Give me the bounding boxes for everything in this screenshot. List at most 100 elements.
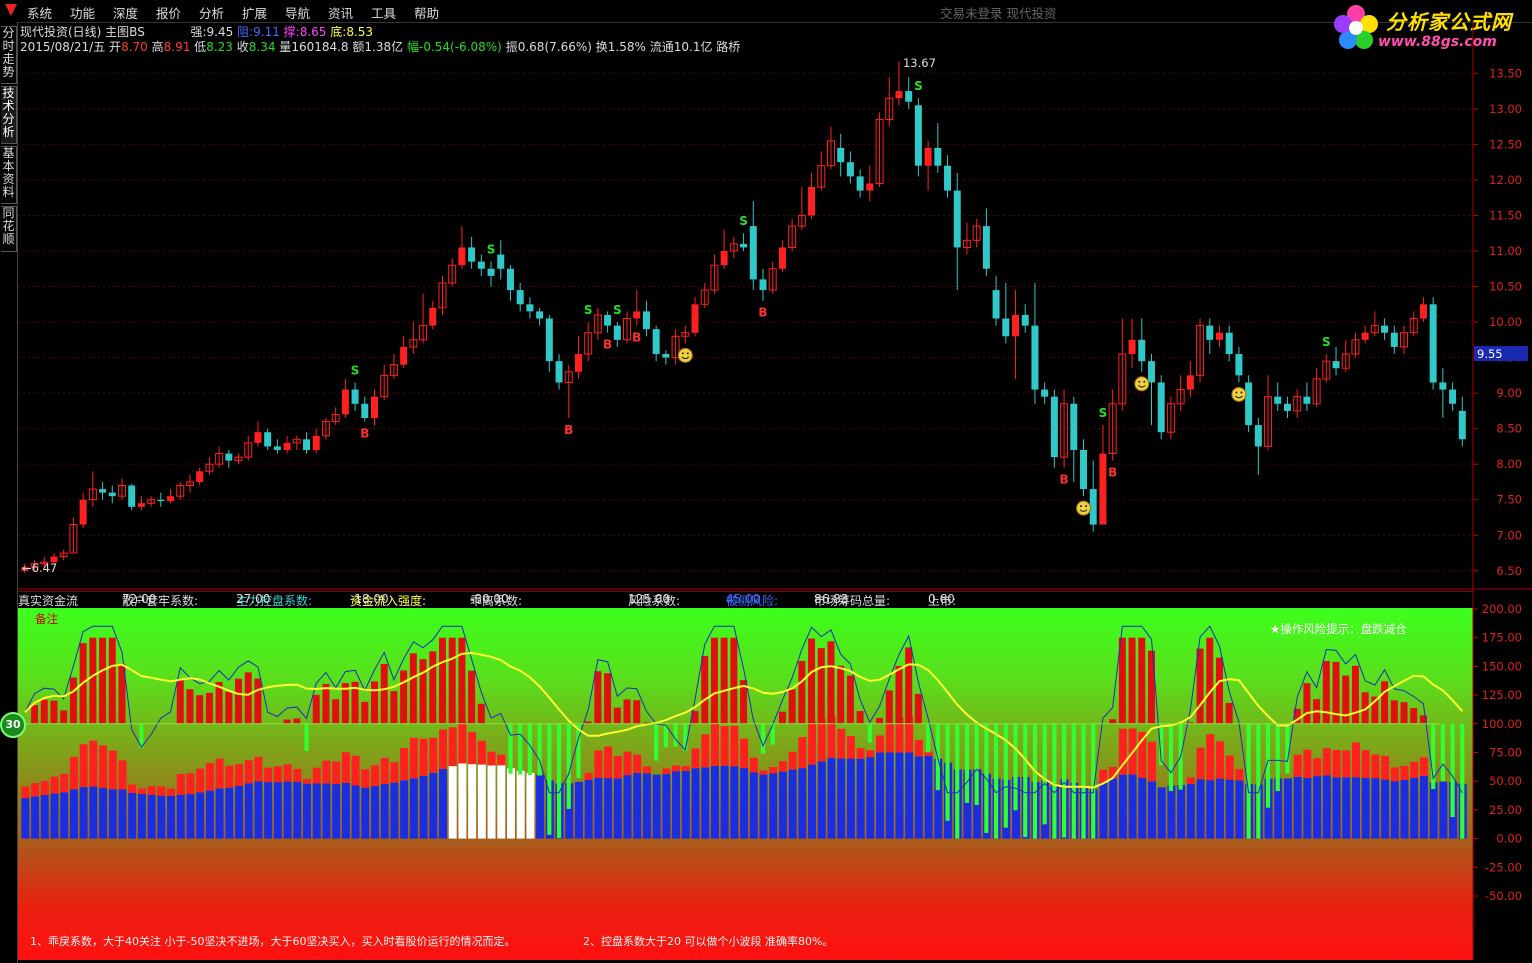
ind-tick-label: 0.00 <box>1496 832 1522 846</box>
negative-osc-bar <box>1013 723 1018 811</box>
capital-bar <box>69 789 78 839</box>
price-tick-label: 7.00 <box>1496 528 1522 542</box>
inflow-bar <box>497 754 506 766</box>
inflow-bar <box>409 737 418 779</box>
ind-tick-label: 150.00 <box>1482 659 1522 673</box>
capital-bar <box>1351 777 1360 839</box>
capital-bar <box>1109 778 1118 839</box>
positive-osc-bar <box>176 679 184 724</box>
positive-osc-bar <box>876 717 884 724</box>
positive-osc-bar <box>720 637 728 724</box>
capital-bar <box>506 768 515 839</box>
candle-body <box>167 496 175 502</box>
candle-body <box>273 446 281 450</box>
inflow-bar <box>1196 747 1205 780</box>
capital-bar <box>710 765 719 839</box>
inflow-bar <box>769 766 778 774</box>
candle-body <box>371 396 378 418</box>
capital-bar <box>536 774 545 839</box>
inflow-bar <box>477 740 486 765</box>
candle-body <box>934 147 942 166</box>
price-tick-label: 8.00 <box>1496 457 1522 471</box>
negative-osc-bar <box>1460 723 1465 839</box>
candle-body <box>225 453 233 461</box>
capital-bar <box>487 765 496 839</box>
positive-osc-bar <box>458 637 466 724</box>
capital-bar <box>419 775 428 839</box>
positive-osc-bar <box>332 699 340 724</box>
inflow-bar <box>701 734 710 768</box>
capital-bar <box>1303 777 1312 839</box>
ind-tick-label: 50.00 <box>1489 774 1522 788</box>
candle-body <box>944 165 952 191</box>
positive-osc-bar <box>235 678 243 724</box>
positive-osc-bar <box>1351 665 1359 724</box>
inflow-bar <box>419 738 428 776</box>
candle-body <box>953 190 961 248</box>
capital-bar <box>371 786 379 839</box>
capital-bar <box>147 794 156 839</box>
candle-body <box>642 311 650 330</box>
candle-body <box>1080 449 1088 490</box>
capital-bar <box>1128 774 1137 839</box>
negative-osc-bar <box>576 723 581 779</box>
inflow-bar <box>380 758 389 785</box>
capital-bar <box>672 771 681 839</box>
candle-body <box>400 346 408 365</box>
capital-bar <box>21 798 30 839</box>
positive-osc-bar <box>604 673 612 724</box>
positive-osc-bar <box>788 689 796 724</box>
candle-body <box>662 354 670 358</box>
candle-body <box>1002 318 1010 337</box>
candle-body <box>1361 332 1369 340</box>
candle-body <box>905 91 913 102</box>
positive-osc-bar <box>633 700 641 724</box>
positive-osc-bar <box>885 690 893 724</box>
inflow-bar <box>429 737 438 773</box>
inflow-bar <box>866 750 875 758</box>
ind-tick-label: 125.00 <box>1482 688 1522 702</box>
candle-body <box>1390 332 1398 347</box>
sell-signal: S <box>1322 335 1331 349</box>
price-tick-label: 8.50 <box>1496 422 1522 436</box>
capital-bar <box>594 777 603 839</box>
capital-bar <box>167 795 176 839</box>
capital-bar <box>448 766 457 839</box>
candle-body <box>1303 396 1311 404</box>
inflow-bar <box>167 788 176 796</box>
candle-body <box>992 290 1000 319</box>
price-tick-label: 9.00 <box>1496 386 1522 400</box>
inflow-bar <box>293 768 302 782</box>
capital-bar <box>788 769 797 839</box>
negative-osc-bar <box>1168 723 1174 792</box>
inflow-bar <box>613 755 622 779</box>
capital-bar <box>885 752 894 839</box>
positive-osc-bar <box>856 711 864 724</box>
candle-body <box>536 311 544 319</box>
inflow-bar <box>196 768 205 793</box>
positive-osc-bar <box>31 705 39 724</box>
capital-bar <box>186 794 195 839</box>
negative-osc-bar <box>537 723 542 776</box>
capital-bar <box>866 757 875 839</box>
candle-body <box>1274 396 1282 404</box>
negative-osc-bar <box>673 723 678 747</box>
inflow-bar <box>1371 754 1380 779</box>
inflow-bar <box>914 740 923 757</box>
level-badge[interactable]: 30 <box>0 712 26 738</box>
negative-osc-bar <box>1256 723 1261 839</box>
capital-bar <box>817 761 826 839</box>
positive-osc-bar <box>99 637 107 724</box>
capital-bar <box>633 773 642 839</box>
capital-bar <box>1390 781 1399 839</box>
capital-bar <box>429 772 438 839</box>
price-tick-label: 10.00 <box>1489 315 1522 329</box>
inflow-bar <box>1225 755 1234 780</box>
candle-body <box>1235 354 1243 376</box>
candle-body <box>108 492 116 497</box>
capital-bar <box>176 794 185 839</box>
inflow-bar <box>264 767 273 783</box>
positive-osc-bar <box>1225 702 1233 724</box>
candle-body <box>604 314 612 326</box>
indicator-note: 备注 <box>35 612 58 626</box>
